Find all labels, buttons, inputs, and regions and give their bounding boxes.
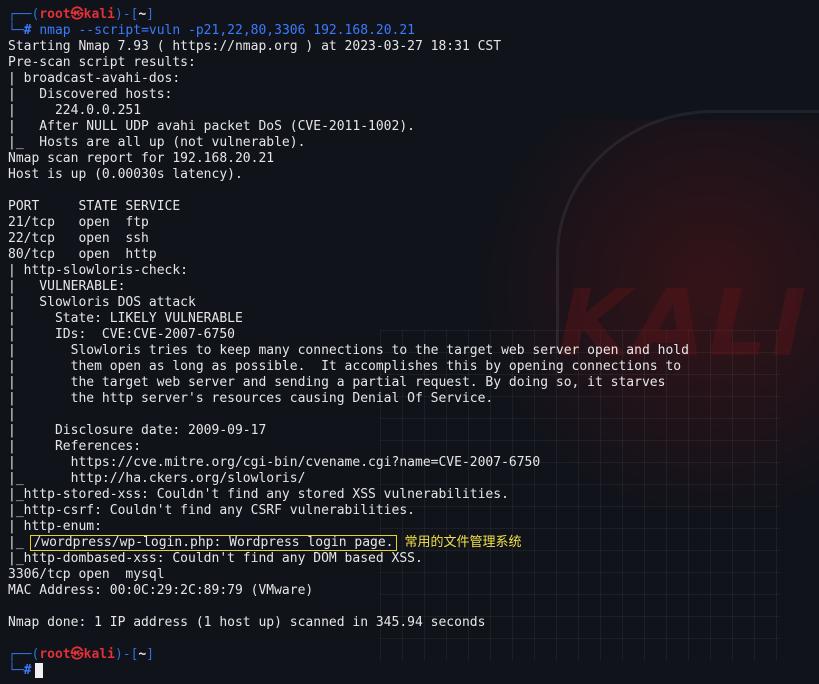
command-args: --script=vuln -p21,22,80,3306 192.168.20… xyxy=(78,23,415,38)
command-name: nmap xyxy=(39,23,71,38)
output-line: | 224.0.0.251 xyxy=(8,103,142,118)
prompt-header-2: ┌──(root㉿kali)-[~] xyxy=(8,647,819,663)
scan-output: Starting Nmap 7.93 ( https://nmap.org ) … xyxy=(8,39,819,535)
prompt-separator: )-[ xyxy=(114,647,139,662)
output-line: Starting Nmap 7.93 ( https://nmap.org ) … xyxy=(8,39,502,54)
output-line: | References: xyxy=(8,439,142,454)
prompt-user: root㉿kali xyxy=(39,647,115,662)
output-line: | After NULL UDP avahi packet DoS (CVE-2… xyxy=(8,119,415,134)
command-line: └─# nmap --script=vuln -p21,22,80,3306 1… xyxy=(8,23,819,39)
terminal-output[interactable]: ┌──(root㉿kali)-[~] └─# nmap --script=vul… xyxy=(8,7,819,679)
prompt-hash: # xyxy=(23,663,32,678)
output-line: Nmap scan report for 192.168.20.21 xyxy=(8,151,275,166)
output-line: | VULNERABLE: xyxy=(8,279,126,294)
output-line: |_http-dombased-xss: Couldn't find any D… xyxy=(8,551,423,566)
output-line: |_http-stored-xss: Couldn't find any sto… xyxy=(8,487,509,502)
output-line: PORT STATE SERVICE xyxy=(8,199,181,214)
prompt-corner-bottom: └─ xyxy=(8,663,24,678)
output-line: |_ Hosts are all up (not vulnerable). xyxy=(8,135,306,150)
output-line: 80/tcp open http xyxy=(8,247,157,262)
highlighted-output-line: |_ /wordpress/wp-login.php: Wordpress lo… xyxy=(8,535,819,551)
output-line: 21/tcp open ftp xyxy=(8,215,149,230)
output-line: Host is up (0.00030s latency). xyxy=(8,167,243,182)
prompt-bracket: ] xyxy=(146,647,155,662)
output-line: | IDs: CVE:CVE-2007-6750 xyxy=(8,327,235,342)
highlight-box: /wordpress/wp-login.php: Wordpress login… xyxy=(30,535,397,551)
prompt-bracket: ] xyxy=(146,7,155,22)
prompt-corner-bottom: └─ xyxy=(8,23,24,38)
output-line: | Slowloris DOS attack xyxy=(8,295,196,310)
output-line: | the target web server and sending a pa… xyxy=(8,375,666,390)
highlight-prefix: |_ xyxy=(8,535,32,550)
wordpress-login-path: /wordpress/wp-login.php: Wordpress login… xyxy=(33,535,394,550)
output-line: | http-enum: xyxy=(8,519,102,534)
prompt-hash: # xyxy=(23,23,32,38)
output-line: | the http server's resources causing De… xyxy=(8,391,494,406)
text-cursor xyxy=(35,663,44,678)
output-line: | State: LIKELY VULNERABLE xyxy=(8,311,243,326)
annotation-note: 常用的文件管理系统 xyxy=(404,535,522,550)
output-line: | https://cve.mitre.org/cgi-bin/cvename.… xyxy=(8,455,541,470)
prompt-corner: ┌──( xyxy=(8,7,40,22)
scan-output-tail: |_http-dombased-xss: Couldn't find any D… xyxy=(8,551,819,647)
output-line: |_ http://ha.ckers.org/slowloris/ xyxy=(8,471,306,486)
prompt-user: root㉿kali xyxy=(39,7,115,22)
output-line: | them open as long as possible. It acco… xyxy=(8,359,682,374)
output-line: | Disclosure date: 2009-09-17 xyxy=(8,423,267,438)
output-line: 3306/tcp open mysql xyxy=(8,567,165,582)
output-line: | Discovered hosts: xyxy=(8,87,173,102)
output-line: |_http-csrf: Couldn't find any CSRF vuln… xyxy=(8,503,415,518)
output-line: Nmap done: 1 IP address (1 host up) scan… xyxy=(8,615,486,630)
output-line: 22/tcp open ssh xyxy=(8,231,149,246)
prompt-header: ┌──(root㉿kali)-[~] xyxy=(8,7,819,23)
output-line: | xyxy=(8,407,16,422)
command-line-2[interactable]: └─# xyxy=(8,663,819,679)
output-line: Pre-scan script results: xyxy=(8,55,196,70)
output-line: | broadcast-avahi-dos: xyxy=(8,71,181,86)
output-line: | Slowloris tries to keep many connectio… xyxy=(8,343,689,358)
output-line: MAC Address: 00:0C:29:2C:89:79 (VMware) xyxy=(8,583,314,598)
prompt-corner: ┌──( xyxy=(8,647,40,662)
output-line: | http-slowloris-check: xyxy=(8,263,189,278)
prompt-separator: )-[ xyxy=(114,7,139,22)
